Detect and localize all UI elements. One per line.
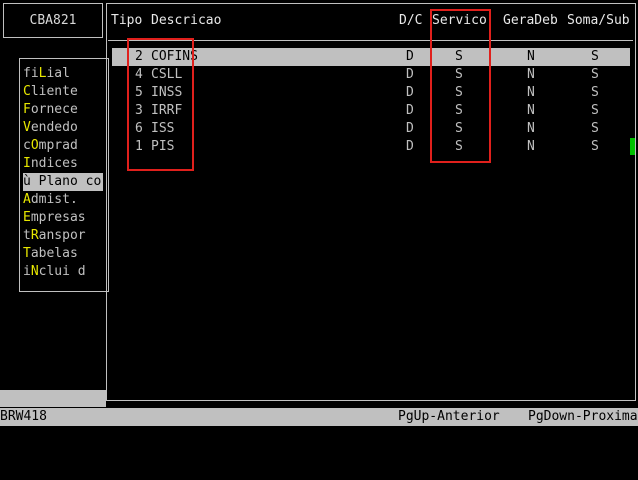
- menu-item-hotkey: R: [30, 228, 39, 243]
- cell-dc: D: [406, 121, 414, 136]
- menu-item-hotkey: T: [23, 246, 31, 261]
- menu-item-text: abelas: [30, 246, 78, 261]
- menu-item-hotkey: E: [23, 210, 31, 225]
- menu-item[interactable]: Admist.: [23, 191, 103, 209]
- cell-dc: D: [406, 85, 414, 100]
- menu-item-text: ndices: [30, 156, 78, 171]
- cell-dc: D: [406, 49, 414, 64]
- table-row[interactable]: 5 INSS D S N S: [0, 84, 638, 102]
- menu-item-prefix: ù: [23, 174, 39, 189]
- menu-item-text: t: [23, 228, 31, 243]
- header-descricao: Descricao: [151, 13, 222, 28]
- table-row[interactable]: 1 PIS D S N S: [0, 138, 638, 156]
- header-tipo: Tipo: [111, 13, 143, 28]
- cell-dc: D: [406, 103, 414, 118]
- pgup-hint[interactable]: PgUp-Anterior: [398, 408, 500, 426]
- menu-item[interactable]: Indices: [23, 155, 103, 173]
- cell-geradeb: N: [527, 49, 535, 64]
- menu-item-text: anspor: [38, 228, 86, 243]
- cell-dc: D: [406, 67, 414, 82]
- menu-item[interactable]: iNclui d: [23, 263, 103, 281]
- app-title: CBA821: [3, 3, 103, 38]
- status-program: BRW418: [0, 409, 47, 424]
- cell-geradeb: N: [527, 121, 535, 136]
- cell-somasub: S: [591, 103, 599, 118]
- menu-item[interactable]: Tabelas: [23, 245, 103, 263]
- cell-somasub: S: [591, 49, 599, 64]
- menu-item-hotkey: I: [23, 156, 31, 171]
- annotation-box-tipo-descricao: [127, 38, 194, 171]
- menu-item-text: clui d: [38, 264, 86, 279]
- pgdown-hint[interactable]: PgDown-Proxima: [528, 408, 638, 426]
- cell-somasub: S: [591, 67, 599, 82]
- menu-item-hotkey: N: [30, 264, 39, 279]
- table-row[interactable]: 6 ISS D S N S: [0, 120, 638, 138]
- cell-somasub: S: [591, 85, 599, 100]
- menu-item-text: i: [23, 264, 31, 279]
- annotation-box-servico: [430, 9, 491, 163]
- header-geradeb: GeraDeb: [503, 13, 558, 28]
- cell-geradeb: N: [527, 85, 535, 100]
- menu-item[interactable]: ù Plano co: [23, 173, 103, 191]
- status-bar: BRW418 PgUp-Anterior PgDown-Proxima: [0, 408, 638, 426]
- table-row[interactable]: 4 CSLL D S N S: [0, 66, 638, 84]
- cell-somasub: S: [591, 121, 599, 136]
- menu-item-text: lano co: [46, 174, 102, 189]
- menu-item-text: mpresas: [30, 210, 86, 225]
- cell-geradeb: N: [527, 139, 535, 154]
- cell-somasub: S: [591, 139, 599, 154]
- table-row[interactable]: 2 COFINS D S N S: [0, 48, 638, 66]
- table-row[interactable]: 3 IRRF D S N S: [0, 102, 638, 120]
- background-panel: [0, 390, 106, 407]
- scroll-marker: [630, 138, 635, 155]
- cell-geradeb: N: [527, 67, 535, 82]
- menu-item-hotkey: A: [23, 192, 31, 207]
- cell-geradeb: N: [527, 103, 535, 118]
- cell-dc: D: [406, 139, 414, 154]
- menu-item[interactable]: tRanspor: [23, 227, 103, 245]
- header-somasub: Soma/Sub: [567, 13, 630, 28]
- header-dc: D/C: [399, 13, 423, 28]
- menu-item[interactable]: Empresas: [23, 209, 103, 227]
- menu-item-text: dmist.: [30, 192, 78, 207]
